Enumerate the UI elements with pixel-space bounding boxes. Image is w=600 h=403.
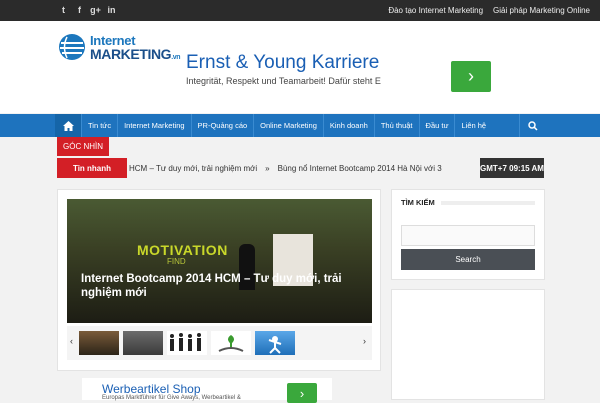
home-icon[interactable] (55, 114, 81, 137)
ad-bottom-subline: Europas Marktführer für Give Aways, Werb… (102, 395, 241, 401)
nav-item-dau-tu[interactable]: Đầu tư (418, 114, 455, 137)
ad-subline: Integrität, Respekt und Teamarbeit! Dafü… (186, 76, 381, 86)
facebook-icon[interactable]: f (72, 3, 87, 17)
thumbnail[interactable] (255, 331, 295, 355)
logo-globe-icon (59, 34, 85, 60)
nav-item-thu-thuat[interactable]: Thủ thuật (373, 114, 419, 137)
slider-prev-icon[interactable]: ‹ (70, 336, 73, 346)
nav-item-lien-he[interactable]: Liên hệ (454, 114, 492, 137)
logo-text-marketing: MARKETING.vn (90, 46, 181, 62)
thumbnail[interactable] (211, 331, 251, 355)
search-icon[interactable] (519, 114, 545, 137)
ad-bottom-headline[interactable]: Werbeartikel Shop (102, 382, 201, 396)
top-link-solutions[interactable]: Giải pháp Marketing Online (493, 6, 590, 15)
thumbnail[interactable] (123, 331, 163, 355)
news-ticker: Tin nhanh HCM – Tư duy mới, trải nghiệm … (57, 158, 487, 178)
sidebar-widget-empty (391, 289, 545, 400)
search-widget-title: TÌM KIẾM (401, 198, 435, 207)
logo-suffix: .vn (171, 54, 181, 61)
ad-bottom-go-button[interactable]: › (287, 383, 317, 403)
sidebar-search-widget: TÌM KIẾM Search (391, 189, 545, 280)
clock: GMT+7 09:15 AM (480, 158, 544, 178)
nav-bar-left-extension (0, 114, 55, 137)
site-logo[interactable]: Internet MARKETING.vn (57, 30, 197, 64)
top-links: Đào tạo Internet Marketing Giải pháp Mar… (388, 0, 590, 21)
ad-go-button[interactable]: › (451, 61, 491, 92)
featured-slider-panel: MOTIVATION FIND Internet Bootcamp 2014 H… (57, 189, 381, 371)
ad-headline[interactable]: Ernst & Young Karriere (186, 52, 379, 74)
thumbnail[interactable] (167, 331, 207, 355)
nav-bar-right-extension (545, 114, 600, 137)
slide-caption[interactable]: Internet Bootcamp 2014 HCM – Tư duy mới,… (81, 272, 351, 300)
nav-item-online-marketing[interactable]: Online Marketing (253, 114, 323, 137)
search-input[interactable] (401, 225, 535, 246)
nav-item-internet-marketing[interactable]: Internet Marketing (117, 114, 190, 137)
ad-banner-top[interactable]: Ernst & Young Karriere Integrität, Respe… (182, 50, 544, 112)
slide-find-text: FIND (167, 257, 186, 266)
ad-banner-bottom[interactable]: Werbeartikel Shop Europas Marktführer fü… (82, 378, 332, 403)
google-plus-icon[interactable]: g+ (88, 3, 103, 17)
search-button[interactable]: Search (401, 249, 535, 270)
ticker-bullet: » (265, 163, 270, 173)
thumbnail[interactable] (79, 331, 119, 355)
section-goc-nhin[interactable]: GÓC NHÌN (57, 137, 109, 156)
ticker-label: Tin nhanh (57, 158, 127, 178)
featured-slide[interactable]: MOTIVATION FIND Internet Bootcamp 2014 H… (67, 199, 372, 323)
slider-next-icon[interactable]: › (363, 336, 366, 346)
slider-thumbnails: ‹ › (67, 326, 372, 360)
twitter-icon[interactable]: t (56, 3, 71, 17)
ticker-item[interactable]: Bùng nổ Internet Bootcamp 2014 Hà Nội vớ… (278, 164, 442, 173)
nav-item-pr-quang-cao[interactable]: PR-Quảng cáo (190, 114, 254, 137)
top-bar: t f g+ in Đào tạo Internet Marketing Giả… (0, 0, 600, 21)
nav-item-kinh-doanh[interactable]: Kinh doanh (322, 114, 374, 137)
linkedin-icon[interactable]: in (104, 3, 119, 17)
main-nav: Tin tức Internet Marketing PR-Quảng cáo … (55, 114, 545, 137)
top-link-training[interactable]: Đào tạo Internet Marketing (388, 6, 483, 15)
ticker-item[interactable]: HCM – Tư duy mới, trải nghiệm mới (129, 164, 257, 173)
nav-item-tin-tuc[interactable]: Tin tức (81, 114, 117, 137)
title-divider (441, 201, 535, 205)
ticker-items: HCM – Tư duy mới, trải nghiệm mới » Bùng… (129, 158, 485, 178)
slide-motivation-text: MOTIVATION (137, 242, 228, 258)
